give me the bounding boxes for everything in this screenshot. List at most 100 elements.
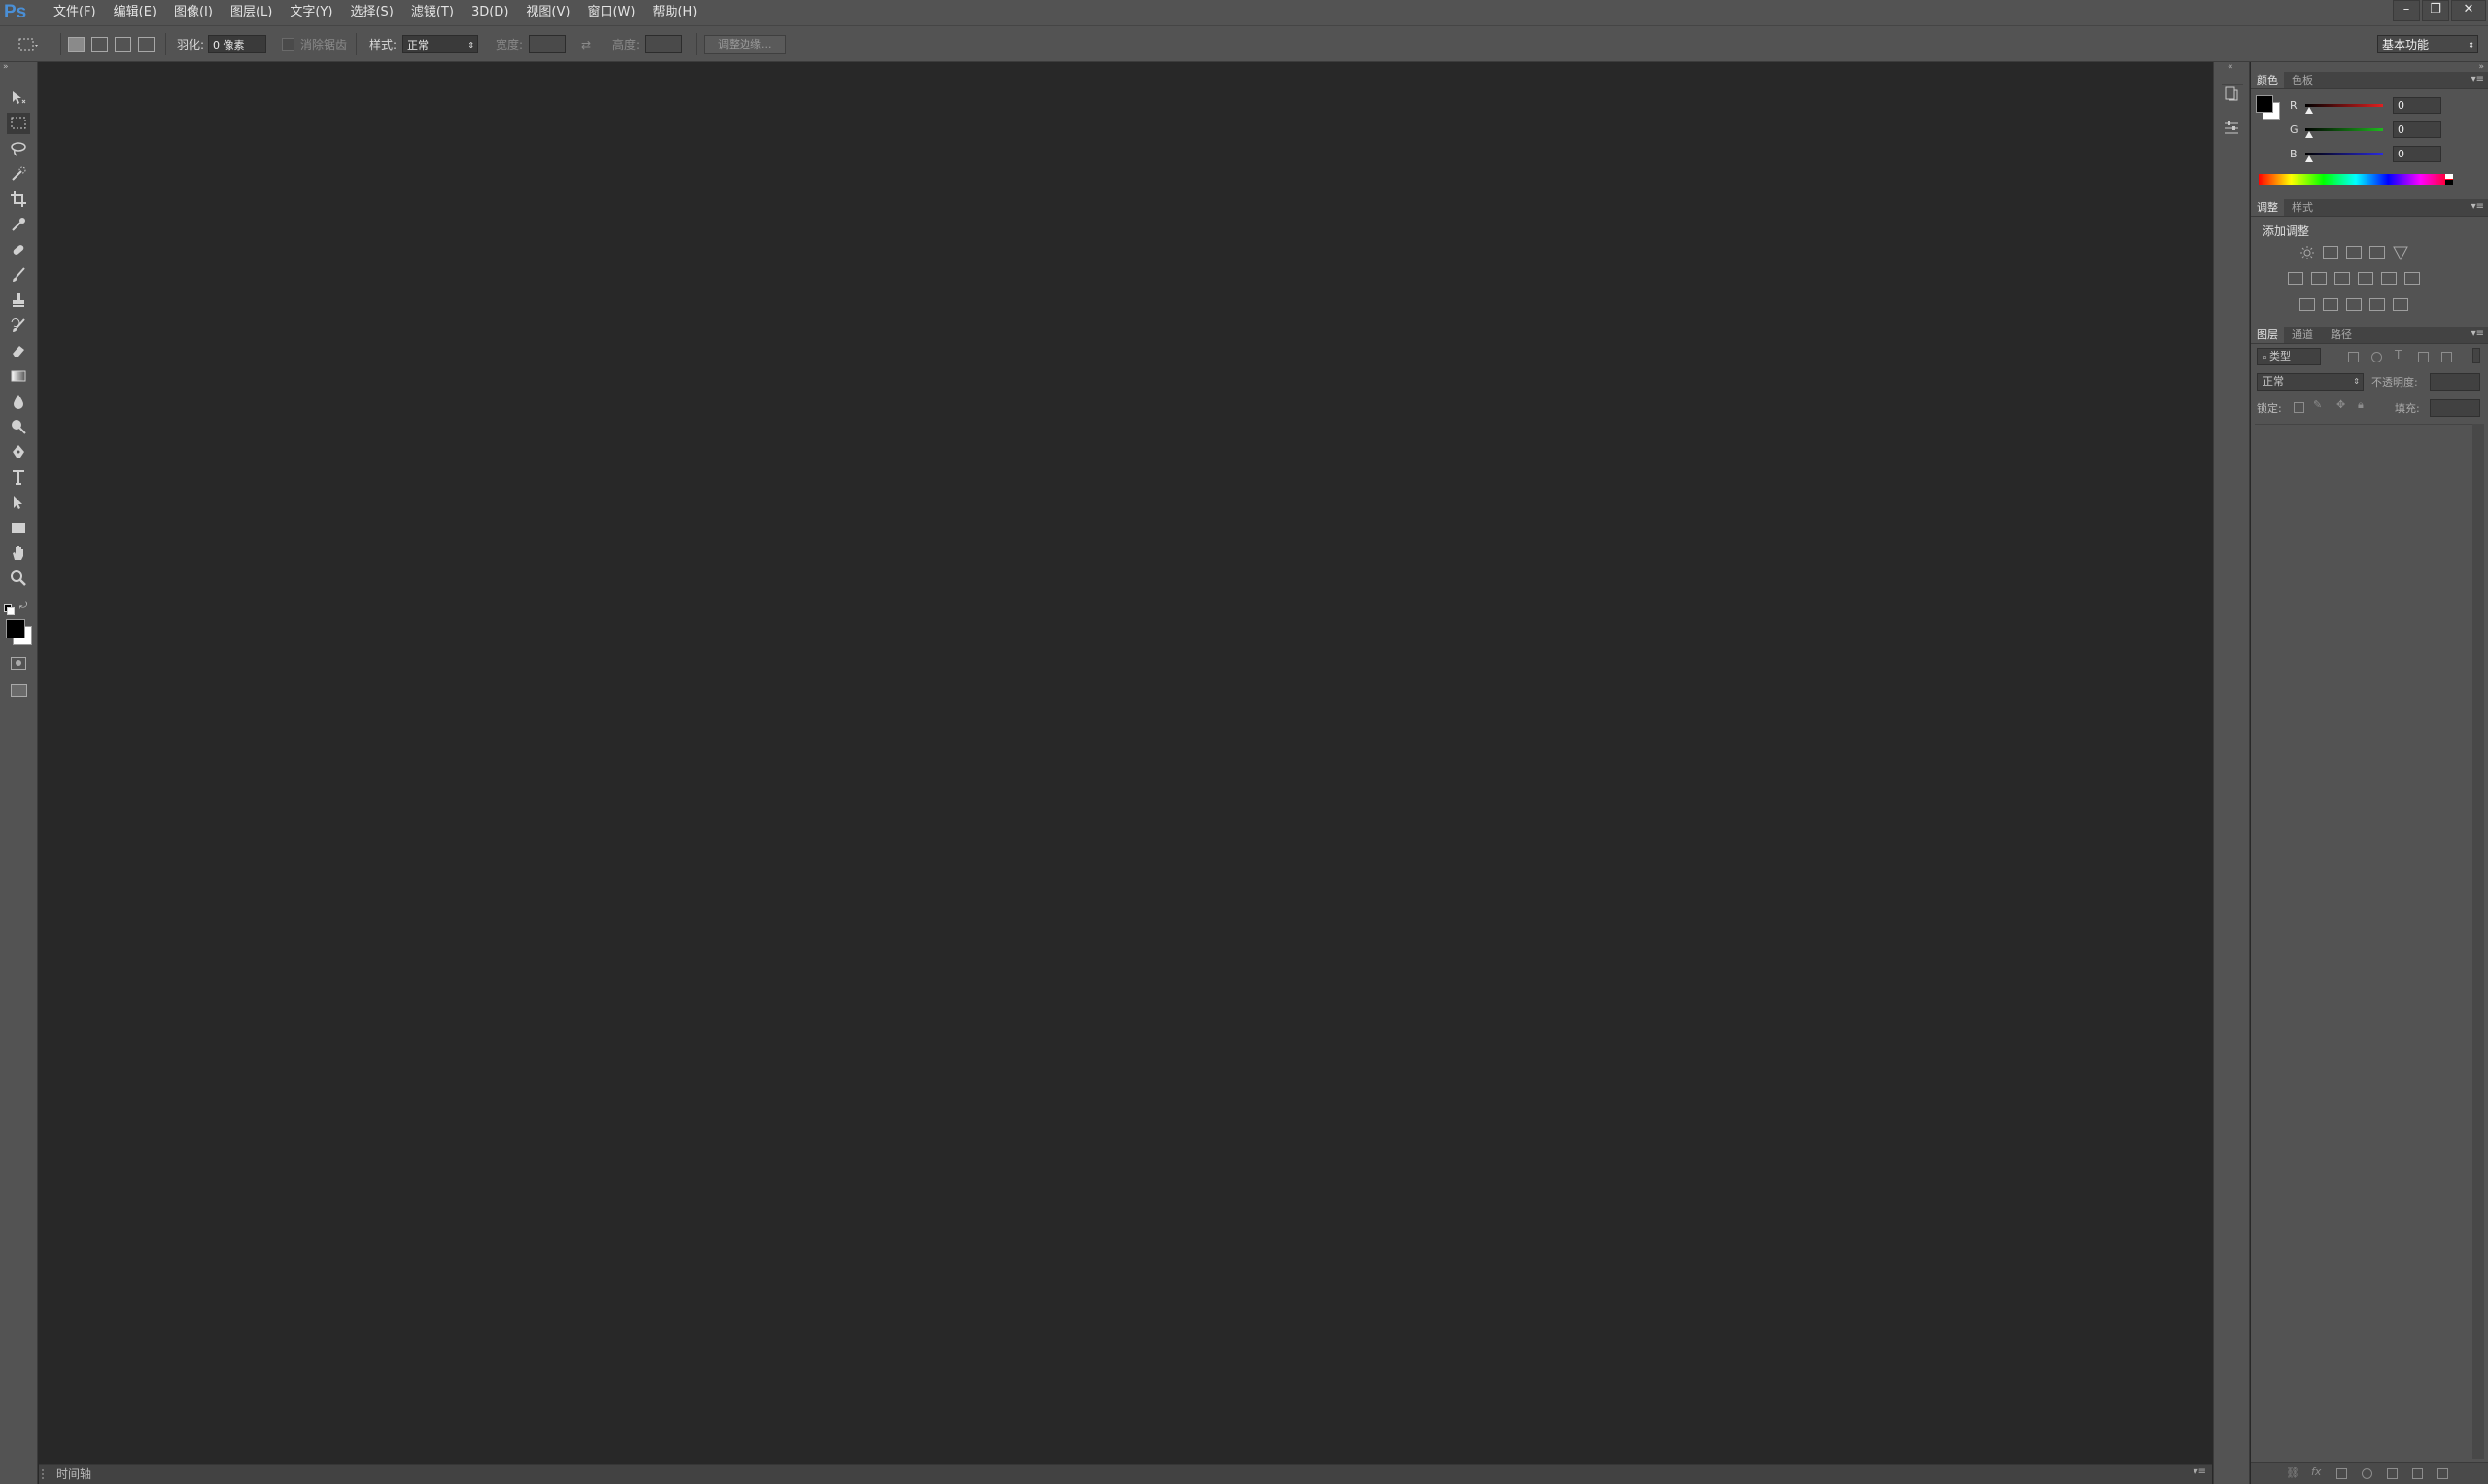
collapse-panels-icon[interactable]: » bbox=[2478, 62, 2484, 72]
blur-tool-icon[interactable] bbox=[7, 391, 30, 412]
quick-mask-icon[interactable] bbox=[11, 657, 26, 670]
link-layers-icon[interactable]: ⛓ bbox=[2286, 1467, 2299, 1479]
delete-layer-icon[interactable] bbox=[2437, 1468, 2448, 1479]
menu-filter[interactable]: 滤镜(T) bbox=[402, 0, 463, 25]
gradient-map-icon[interactable] bbox=[2369, 298, 2385, 311]
exposure-icon[interactable] bbox=[2369, 246, 2385, 259]
filter-type-layers-icon[interactable]: T bbox=[2395, 348, 2402, 362]
panel-menu-icon[interactable]: ▾≡ bbox=[2471, 201, 2484, 212]
add-to-selection-icon[interactable] bbox=[91, 37, 108, 52]
dodge-tool-icon[interactable] bbox=[7, 416, 30, 437]
rectangle-tool-icon[interactable] bbox=[7, 517, 30, 538]
intersect-selection-icon[interactable] bbox=[138, 37, 155, 52]
opacity-input[interactable] bbox=[2430, 373, 2480, 391]
path-selection-tool-icon[interactable] bbox=[7, 492, 30, 513]
menu-help[interactable]: 帮助(H) bbox=[643, 0, 706, 25]
panel-menu-icon[interactable]: ▾≡ bbox=[2194, 1467, 2206, 1477]
color-lookup-icon[interactable] bbox=[2404, 272, 2420, 285]
new-selection-icon[interactable] bbox=[68, 37, 85, 52]
menu-view[interactable]: 视图(V) bbox=[517, 0, 578, 25]
lock-image-pixels-icon[interactable]: ✎ bbox=[2313, 398, 2322, 411]
posterize-icon[interactable] bbox=[2323, 298, 2338, 311]
clone-stamp-tool-icon[interactable] bbox=[7, 290, 30, 311]
green-slider-handle[interactable] bbox=[2305, 131, 2313, 138]
menu-edit[interactable]: 编辑(E) bbox=[105, 0, 165, 25]
refine-edge-button[interactable]: 调整边缘... bbox=[704, 34, 786, 54]
panel-menu-icon[interactable]: ▾≡ bbox=[2471, 74, 2484, 85]
history-panel-icon[interactable] bbox=[2222, 84, 2243, 106]
filter-adjustment-layers-icon[interactable] bbox=[2371, 352, 2382, 362]
blue-channel-input[interactable]: 0 bbox=[2393, 146, 2441, 162]
restore-button[interactable]: ❐ bbox=[2422, 0, 2449, 21]
lasso-tool-icon[interactable] bbox=[7, 138, 30, 159]
crop-tool-icon[interactable] bbox=[7, 189, 30, 210]
red-slider-handle[interactable] bbox=[2305, 107, 2313, 114]
minimize-button[interactable]: – bbox=[2393, 0, 2420, 21]
red-channel-slider[interactable] bbox=[2305, 104, 2383, 107]
type-tool-icon[interactable] bbox=[7, 466, 30, 488]
selective-color-icon[interactable] bbox=[2393, 298, 2408, 311]
layers-scrollbar[interactable] bbox=[2472, 424, 2484, 1459]
tool-preset-picker[interactable] bbox=[17, 26, 39, 62]
fill-input[interactable] bbox=[2430, 399, 2480, 417]
swap-dimensions[interactable]: ⇄ bbox=[581, 26, 591, 62]
menu-layer[interactable]: 图层(L) bbox=[222, 0, 281, 25]
subtract-from-selection-icon[interactable] bbox=[115, 37, 131, 52]
document-canvas-area[interactable] bbox=[39, 62, 2212, 1464]
menu-file[interactable]: 文件(F) bbox=[45, 0, 105, 25]
layers-list[interactable] bbox=[2255, 424, 2472, 1460]
layer-style-icon[interactable]: fx bbox=[2311, 1466, 2321, 1478]
lock-transparent-pixels-icon[interactable] bbox=[2294, 402, 2304, 413]
threshold-icon[interactable] bbox=[2346, 298, 2362, 311]
vibrance-icon[interactable] bbox=[2393, 245, 2408, 261]
tab-color[interactable]: 颜色 bbox=[2251, 72, 2284, 88]
properties-panel-icon[interactable] bbox=[2222, 119, 2243, 140]
menu-image[interactable]: 图像(I) bbox=[165, 0, 222, 25]
blend-mode-select[interactable]: 正常 ⇕ bbox=[2257, 373, 2364, 391]
new-group-icon[interactable] bbox=[2387, 1468, 2398, 1479]
blue-slider-handle[interactable] bbox=[2305, 155, 2313, 162]
swap-colors-icon[interactable]: ⤾ bbox=[19, 601, 27, 611]
eyedropper-tool-icon[interactable] bbox=[7, 214, 30, 235]
green-channel-slider[interactable] bbox=[2305, 128, 2383, 131]
menu-window[interactable]: 窗口(W) bbox=[578, 0, 643, 25]
brightness-contrast-icon[interactable] bbox=[2299, 245, 2315, 259]
close-button[interactable]: ✕ bbox=[2451, 0, 2486, 21]
screen-mode-icon[interactable] bbox=[11, 684, 27, 697]
tab-adjustments[interactable]: 调整 bbox=[2251, 199, 2284, 216]
tab-styles[interactable]: 样式 bbox=[2286, 199, 2319, 216]
width-input[interactable] bbox=[529, 35, 567, 53]
menu-3d[interactable]: 3D(D) bbox=[463, 0, 517, 25]
color-spectrum-ramp[interactable] bbox=[2259, 174, 2453, 185]
green-channel-input[interactable]: 0 bbox=[2393, 121, 2441, 138]
hand-tool-icon[interactable] bbox=[7, 542, 30, 564]
gradient-tool-icon[interactable] bbox=[7, 365, 30, 387]
tab-paths[interactable]: 路径 bbox=[2325, 327, 2358, 343]
black-white-icon[interactable] bbox=[2334, 272, 2350, 285]
filter-smart-objects-icon[interactable] bbox=[2441, 352, 2452, 362]
eraser-tool-icon[interactable] bbox=[7, 340, 30, 362]
new-layer-icon[interactable] bbox=[2412, 1468, 2423, 1479]
antialias-checkbox[interactable] bbox=[282, 38, 294, 51]
filter-pixel-layers-icon[interactable] bbox=[2348, 352, 2359, 362]
blue-channel-slider[interactable] bbox=[2305, 153, 2383, 155]
channel-mixer-icon[interactable] bbox=[2381, 272, 2397, 285]
pen-tool-icon[interactable] bbox=[7, 441, 30, 463]
photo-filter-icon[interactable] bbox=[2358, 272, 2373, 285]
lock-position-icon[interactable]: ✥ bbox=[2336, 398, 2345, 411]
height-input[interactable] bbox=[645, 35, 683, 53]
move-tool-icon[interactable] bbox=[7, 87, 30, 109]
tab-channels[interactable]: 通道 bbox=[2286, 327, 2319, 343]
new-adjustment-layer-icon[interactable] bbox=[2362, 1468, 2372, 1479]
default-colors-icon[interactable] bbox=[4, 604, 15, 615]
brush-tool-icon[interactable] bbox=[7, 264, 30, 286]
invert-icon[interactable] bbox=[2299, 298, 2315, 311]
rectangular-marquee-tool-icon[interactable] bbox=[7, 113, 30, 134]
spot-healing-brush-tool-icon[interactable] bbox=[7, 239, 30, 260]
menu-select[interactable]: 选择(S) bbox=[341, 0, 401, 25]
hue-saturation-icon[interactable] bbox=[2288, 272, 2303, 285]
tab-swatches[interactable]: 色板 bbox=[2286, 72, 2319, 88]
panel-menu-icon[interactable]: ▾≡ bbox=[2471, 328, 2484, 339]
curves-icon[interactable] bbox=[2346, 246, 2362, 259]
quick-selection-tool-icon[interactable] bbox=[7, 163, 30, 185]
